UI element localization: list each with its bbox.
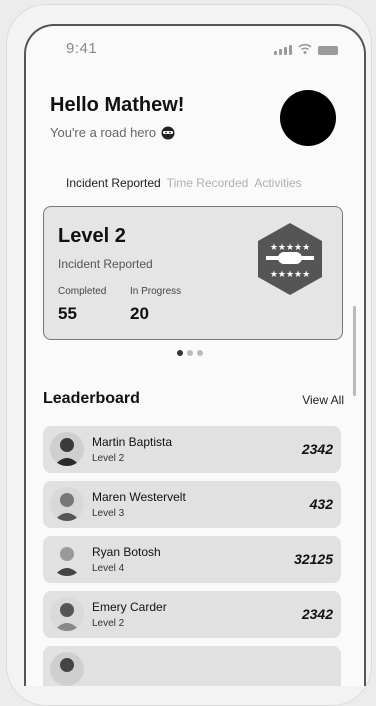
signal-icon [274, 45, 292, 55]
svg-text:★★★★★: ★★★★★ [270, 270, 310, 280]
avatar [50, 487, 84, 521]
avatar [50, 432, 84, 466]
leaderboard-item[interactable]: Emery Carder Level 2 2342 [43, 591, 341, 638]
leaderboard-list: Martin Baptista Level 2 2342 Maren Weste… [43, 426, 341, 686]
carousel-dot[interactable] [177, 350, 183, 356]
in-progress-label: In Progress [130, 286, 182, 297]
wifi-icon [298, 43, 312, 54]
completed-label: Completed [58, 286, 107, 297]
leaderboard-score: 2342 [301, 441, 333, 457]
avatar [50, 652, 84, 686]
leaderboard-name: Ryan Botosh [92, 545, 161, 559]
avatar [50, 597, 84, 631]
level-card[interactable]: Level 2 Incident Reported Completed 55 I… [43, 206, 343, 340]
in-progress-value: 20 [130, 304, 149, 323]
status-bar: 9:41 [26, 40, 364, 60]
level-title: Level 2 [58, 225, 126, 247]
level-subtitle: Incident Reported [58, 257, 153, 271]
completed-value: 55 [58, 304, 77, 323]
leaderboard-title: Leaderboard [43, 390, 140, 407]
greeting-title: Hello Mathew! [50, 94, 185, 116]
subtitle-text: You're a road hero [50, 125, 157, 140]
ninja-face-icon [161, 126, 175, 139]
leaderboard-level: Level 4 [92, 563, 125, 574]
carousel-dot[interactable] [197, 350, 203, 356]
battery-icon [318, 46, 338, 55]
leaderboard-level: Level 3 [92, 508, 125, 519]
view-all-link[interactable]: View All [302, 393, 344, 407]
leaderboard-name: Maren Westervelt [92, 490, 186, 504]
leaderboard-name: Martin Baptista [92, 435, 173, 449]
carousel-dots[interactable] [177, 350, 203, 356]
scrollbar[interactable] [353, 306, 356, 396]
hexagon-star-badge-icon: ★★★★★ ★★★★★ [258, 223, 322, 295]
user-avatar[interactable] [280, 90, 336, 146]
leaderboard-item[interactable]: Martin Baptista Level 2 2342 [43, 426, 341, 473]
tab-activities[interactable]: Activities [254, 176, 301, 190]
leaderboard-item[interactable]: Ryan Botosh Level 4 32125 [43, 536, 341, 583]
leaderboard-level: Level 2 [92, 453, 125, 464]
leaderboard-score: 2342 [301, 606, 333, 622]
avatar [50, 542, 84, 576]
stats-tabs: Incident Reported Time Recorded Activiti… [66, 176, 308, 190]
leaderboard-score: 432 [309, 496, 333, 512]
tab-time-recorded[interactable]: Time Recorded [167, 176, 249, 190]
leaderboard-level: Level 2 [92, 618, 125, 629]
carousel-dot[interactable] [187, 350, 193, 356]
status-icons [274, 43, 338, 55]
leaderboard-score: 32125 [294, 551, 333, 567]
greeting-subtitle: You're a road hero [50, 125, 175, 140]
status-time: 9:41 [66, 40, 98, 57]
app-screen: 9:41 Hello Mathew! You're a road hero In… [24, 24, 366, 686]
tab-incident-reported[interactable]: Incident Reported [66, 176, 161, 190]
leaderboard-name: Emery Carder [92, 600, 167, 614]
leaderboard-item[interactable]: Maren Westervelt Level 3 432 [43, 481, 341, 528]
leaderboard-item[interactable] [43, 646, 341, 686]
svg-text:★★★★★: ★★★★★ [270, 243, 310, 253]
